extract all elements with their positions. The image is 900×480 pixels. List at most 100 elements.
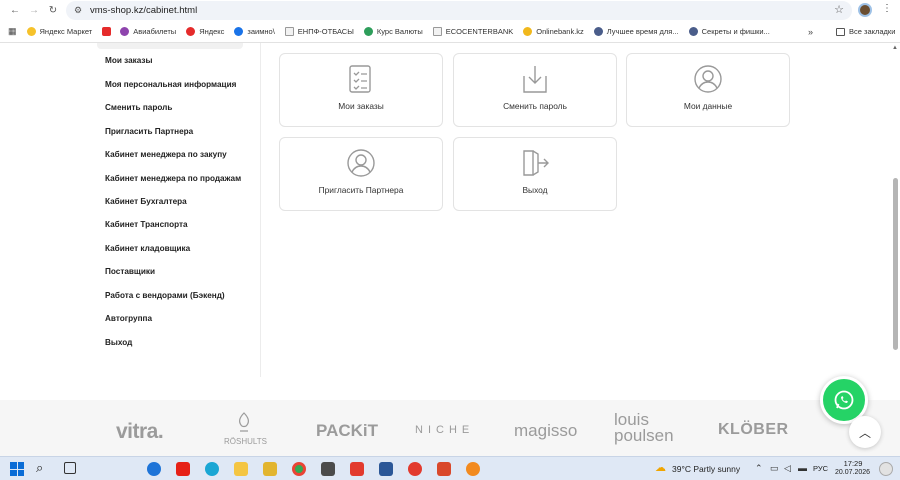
taskbar-app-icon[interactable] <box>437 462 451 476</box>
bookmark-favicon-icon <box>26 27 36 36</box>
taskbar-app-icon[interactable] <box>379 462 393 476</box>
card-label: Сменить пароль <box>503 101 567 111</box>
card-my-data[interactable]: Мои данные <box>626 53 790 127</box>
brand-logo-magisso[interactable]: magisso <box>514 421 577 441</box>
yandex-icon <box>186 27 196 36</box>
weather-text[interactable]: 39°C Partly sunny <box>672 464 740 474</box>
reload-icon[interactable]: ↻ <box>46 3 60 17</box>
card-label: Пригласить Партнера <box>318 185 404 195</box>
brand-logo-niche[interactable]: NICHE <box>415 424 474 436</box>
tray-chevron-icon[interactable]: ⌃ <box>755 463 763 474</box>
bookmark-item[interactable]: Лучшее время для... <box>593 27 679 36</box>
youtube-icon <box>102 27 112 36</box>
exit-door-icon <box>523 150 549 176</box>
yandex-icon[interactable] <box>350 462 364 476</box>
taskbar-app-icon[interactable] <box>321 462 335 476</box>
card-logout[interactable]: Выход <box>453 137 617 211</box>
sidebar-item-personal-info[interactable]: Моя персональная информация <box>105 80 236 89</box>
bookmark-item[interactable]: Секреты и фишки... <box>688 27 770 36</box>
network-icon[interactable]: ▭ <box>770 463 779 474</box>
yandex-browser-icon[interactable] <box>408 462 422 476</box>
forward-icon[interactable]: → <box>27 3 41 17</box>
sidebar-item-transport[interactable]: Кабинет Транспорта <box>105 220 188 229</box>
browser-toolbar: ← → ↻ ⚙ vms-shop.kz/cabinet.html ☆ ⋮ <box>0 0 900 21</box>
all-bookmarks-button[interactable]: Все закладки <box>836 27 895 36</box>
windows-start-icon[interactable] <box>10 462 24 476</box>
sidebar-item-accountant[interactable]: Кабинет Бухгалтера <box>105 197 187 206</box>
page-scrollbar[interactable]: ▲ <box>890 43 900 400</box>
bookmark-item[interactable]: Яндекс Маркет <box>26 27 92 36</box>
site-info-icon[interactable]: ⚙ <box>74 5 82 16</box>
battery-icon[interactable]: ▬ <box>798 463 807 473</box>
folder-icon <box>836 27 845 36</box>
bookmark-item[interactable] <box>102 27 115 36</box>
back-icon[interactable]: ← <box>8 3 22 17</box>
download-box-icon <box>523 66 547 93</box>
card-label: Мои данные <box>683 101 733 111</box>
menu-icon[interactable]: ⋮ <box>882 3 892 14</box>
sidebar-item-suppliers[interactable]: Поставщики <box>105 267 155 276</box>
bookmark-item[interactable]: Авиабилеты <box>120 27 176 36</box>
clock-time[interactable]: 17:29 <box>838 459 868 468</box>
bookmark-favicon-icon <box>688 27 698 36</box>
bookmark-favicon-icon <box>593 27 603 36</box>
brand-logo-klober[interactable]: KLÖBER <box>718 421 789 439</box>
brand-logo-louis-poulsen[interactable]: louis poulsen <box>614 411 674 444</box>
sidebar-item-vendors[interactable]: Работа с вендорами (Бэкенд) <box>105 291 225 300</box>
search-icon[interactable]: ⌕ <box>36 460 43 476</box>
sidebar-item-purchase-manager[interactable]: Кабинет менеджера по закупу <box>105 150 227 159</box>
more-bookmarks-icon[interactable]: » <box>808 27 813 37</box>
card-change-password[interactable]: Сменить пароль <box>453 53 617 127</box>
apps-grid-icon[interactable]: ▦ <box>8 26 17 37</box>
card-my-orders[interactable]: Мои заказы <box>279 53 443 127</box>
notifications-icon[interactable] <box>879 462 893 476</box>
brand-logo-vitra[interactable]: vitra. <box>116 420 164 444</box>
bookmark-item[interactable]: Onlinebank.kz <box>523 27 584 36</box>
taskbar-app-icon[interactable] <box>147 462 161 476</box>
address-bar[interactable]: ⚙ vms-shop.kz/cabinet.html ☆ <box>66 1 852 20</box>
sidebar-item-change-password[interactable]: Сменить пароль <box>105 103 172 112</box>
sidebar-item-autogroup[interactable]: Автогруппа <box>105 314 152 323</box>
edge-icon[interactable] <box>205 462 219 476</box>
taskbar-app-icon[interactable] <box>466 462 480 476</box>
bookmark-item[interactable]: Яндекс <box>186 27 224 36</box>
profile-avatar[interactable] <box>858 3 872 17</box>
sidebar-item-invite-partner[interactable]: Пригласить Партнера <box>105 127 193 136</box>
clipboard-list-icon <box>349 65 371 93</box>
url-text: vms-shop.kz/cabinet.html <box>90 5 198 16</box>
card-invite-partner[interactable]: Пригласить Партнера <box>279 137 443 211</box>
cabinet-sidebar: Мои заказы Моя персональная информация С… <box>97 43 261 377</box>
scroll-to-top-button[interactable]: ︿ <box>849 416 881 448</box>
chevron-up-icon: ︿ <box>858 425 871 440</box>
youtube-icon[interactable] <box>176 462 190 476</box>
volume-icon[interactable]: ◁ <box>784 463 791 474</box>
brand-logo-roshults[interactable]: RÖSHULTS <box>224 437 267 446</box>
sidebar-item-sales-manager[interactable]: Кабинет менеджера по продажам <box>105 174 241 183</box>
brands-strip: vitra. RÖSHULTS PACKiT NICHE magisso lou… <box>0 400 900 456</box>
explorer-icon[interactable] <box>234 462 248 476</box>
bookmark-favicon-icon <box>523 27 533 36</box>
weather-icon: ☁ <box>655 462 666 474</box>
page-icon <box>284 27 294 36</box>
user-circle-icon <box>347 149 375 177</box>
sidebar-item-logout[interactable]: Выход <box>105 338 132 347</box>
folder-icon[interactable] <box>263 462 277 476</box>
bookmark-item[interactable]: ЕНПФ-ОТБАСЫ <box>284 27 354 36</box>
scrollbar-thumb[interactable] <box>893 178 898 350</box>
whatsapp-icon <box>834 390 854 410</box>
bookmark-item[interactable]: заимно\ <box>234 27 275 36</box>
bookmark-star-icon[interactable]: ☆ <box>834 3 844 16</box>
language-indicator[interactable]: РУС <box>813 464 828 473</box>
scroll-up-arrow-icon[interactable]: ▲ <box>892 45 898 51</box>
task-view-icon[interactable] <box>64 462 76 474</box>
bookmarks-bar: ▦ Яндекс Маркет Авиабилеты Яндекс заимно… <box>0 21 900 43</box>
bookmark-item[interactable]: Курс Валюты <box>363 27 423 36</box>
sidebar-top-edge <box>97 43 243 49</box>
sidebar-item-storekeeper[interactable]: Кабинет кладовщика <box>105 244 190 253</box>
brand-logo-packit[interactable]: PACKiT <box>316 421 378 441</box>
bookmark-item[interactable]: ECOCENTERBANK <box>432 27 513 36</box>
user-circle-icon <box>694 65 722 93</box>
clock-date[interactable]: 20.07.2026 <box>835 469 870 476</box>
chrome-icon[interactable] <box>292 462 306 476</box>
sidebar-item-my-orders[interactable]: Мои заказы <box>105 56 152 65</box>
